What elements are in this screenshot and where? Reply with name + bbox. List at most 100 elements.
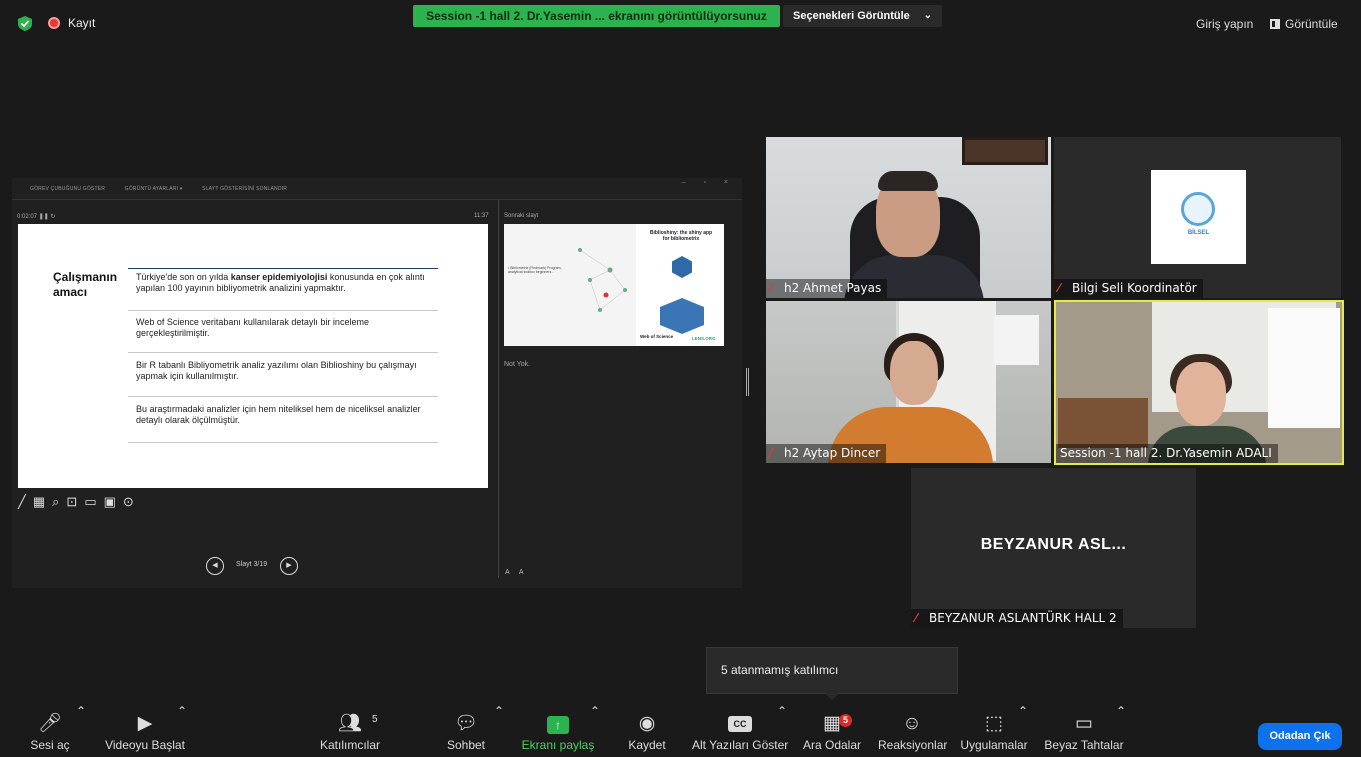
previous-slide-button[interactable]: ◀ [206,557,224,575]
screen-share-banner: Session -1 hall 2. Dr.Yasemin ... ekranı… [413,5,780,27]
participant-name-text: Bilgi Seli Koordinatör [1072,281,1197,295]
next-slide-text: • Bibliometrix (Findmark) Program, analy… [508,266,562,275]
grid-view-icon[interactable]: ▦ [33,494,52,509]
reactions-button[interactable]: ☺︎ Reaksiyonlar [878,704,948,757]
whiteboards-label: Beyaz Tahtalar [1044,738,1124,752]
next-slide-thumbnail[interactable]: • Bibliometrix (Findmark) Program, analy… [504,224,724,346]
subtitles-icon[interactable]: ▭ [84,494,103,509]
slide-item-2: Web of Science veritabanı kullanılarak d… [136,317,369,338]
font-size-buttons[interactable]: A A [505,569,528,576]
end-slideshow-button[interactable]: SLAYT GÖSTERİSİNİ SONLANDIR [202,186,287,192]
participants-count: 5 [372,714,378,725]
mic-off-icon: ⁄ [915,611,918,625]
recording-label[interactable]: Kayıt [68,16,95,30]
web-of-science-label: Web of Science [640,334,674,339]
show-captions-button[interactable]: CC Alt Yazıları Göster [692,704,788,757]
person-head [890,341,938,405]
breakout-badge: 5 [839,714,852,727]
record-circle-icon: ◉ [638,713,656,734]
slide-item-1-pre: Türkiye'de son on yılda [136,272,231,282]
lens-label: LENS.ORG [692,336,716,341]
breakout-icon: ▦ [823,713,841,734]
unmute-button[interactable]: 🎤︎ Sesi aç [28,704,72,757]
view-options-button[interactable]: Seçenekleri Görüntüle ⌄ [783,5,942,27]
share-screen-label: Ekranı paylaş [521,738,595,752]
participants-icon: 👥︎ [337,713,363,734]
pen-icon[interactable]: ╱ [18,494,33,509]
camera-icon[interactable]: ▣ [104,494,123,509]
next-slide-header: Biblioshiny: the shiny app for bibliomet… [649,230,713,242]
view-button[interactable]: Görüntüle [1270,17,1338,31]
bilsel-logo-emblem [1181,192,1215,226]
participant-video-bilgiseli[interactable]: BİLSEL ⁄ Bilgi Seli Koordinatör [1054,137,1341,298]
chat-label: Sohbet [446,738,486,752]
unmute-label: Sesi aç [30,738,70,752]
whiteboards-button[interactable]: ▭ Beyaz Tahtalar [1044,704,1124,757]
participant-name: ⁄ h2 Ahmet Payas [766,279,888,298]
show-captions-label: Alt Yazıları Göster [692,738,789,752]
unassigned-participants-tooltip: 5 atanmamış katılımcı [706,647,958,700]
participant-name-text: h2 Ahmet Payas [784,281,882,295]
participant-name-text: h2 Aytap Dincer [784,446,881,460]
participant-name: Session -1 hall 2. Dr.Yasemin ADALI [1056,444,1278,463]
presentation-icon[interactable]: ⊡ [66,494,84,509]
share-icon: ↑ [520,710,596,738]
shield-icon[interactable] [18,16,32,31]
participants-button[interactable]: 👥︎ Katılımcılar 5 [310,704,390,757]
whiteboard-options-chevron[interactable]: ⌃ [1116,704,1126,757]
wall-frame [962,137,1048,165]
whiteboard-icon: ▭ [1075,713,1093,734]
share-options-chevron[interactable]: ⌃ [590,704,600,757]
audio-options-chevron[interactable]: ⌃ [76,704,86,757]
participant-video-yasemin-active-speaker[interactable]: Session -1 hall 2. Dr.Yasemin ADALI [1054,300,1344,465]
record-icon [48,17,60,29]
timer-value: 0:02:07 [17,214,38,220]
zoom-icon[interactable]: ⌕ [52,494,66,509]
presenter-tools: ╱▦⌕⊡▭▣⊙ [18,494,141,510]
meeting-toolbar: 🎤︎ Sesi aç ⌃ ▶︎ Videoyu Başlat ⌃ 👥︎ Katı… [0,704,1361,757]
leave-room-button[interactable]: Odadan Çık [1258,723,1342,750]
reactions-icon: ☺︎ [902,713,922,734]
window-controls[interactable]: – ▫ × [682,179,736,186]
mic-off-icon: ⁄ [770,281,773,295]
slide-item-1-bold: kanser epidemiyolojisi [230,272,328,282]
slide-rule [128,352,438,353]
slide-rule [128,310,438,311]
clock: 11:37 [474,213,489,219]
next-slide-label: Sonraki slayt [504,213,539,219]
display-settings-button[interactable]: GÖRÜNTÜ AYARLARI ▾ [125,186,183,192]
sign-in-button[interactable]: Giriş yapın [1196,17,1253,31]
reactions-label: Reaksiyonlar [878,738,948,752]
participant-name: ⁄ Bilgi Seli Koordinatör [1054,279,1203,298]
more-icon[interactable]: ⊙ [123,494,141,509]
slide-title-line2: amacı [53,285,88,299]
record-button[interactable]: ◉ Kaydet [624,704,670,757]
slide-item-3: Bir R tabanlı Bibliyometrik analiz yazıl… [136,360,417,381]
bilsel-logo: BİLSEL [1151,170,1246,264]
participant-video-aytap[interactable]: ⁄ h2 Aytap Dincer [766,301,1051,463]
presenter-toolbar: GÖREV ÇUBUĞUNU GÖSTER GÖRÜNTÜ AYARLARI ▾… [30,186,305,192]
bookshelf [1058,398,1148,448]
participant-video-ahmet[interactable]: ⁄ h2 Ahmet Payas [766,137,1051,298]
mic-off-icon: 🎤︎ [37,713,63,734]
next-slide-button[interactable]: ▶ [280,557,298,575]
whiteboard [1268,308,1340,428]
record-label: Kaydet [628,738,666,752]
show-taskbar-button[interactable]: GÖREV ÇUBUĞUNU GÖSTER [30,186,105,192]
chat-icon: 💬︎ [453,713,479,734]
participant-name: ⁄ BEYZANUR ASLANTÜRK HALL 2 [911,609,1123,628]
apps-options-chevron[interactable]: ⌃ [1018,704,1028,757]
pane-divider [498,200,499,578]
share-screen-button[interactable]: ↑ Ekranı paylaş [520,704,596,757]
breakout-rooms-button[interactable]: ▦ Ara Odalar 5 [801,704,863,757]
chat-button[interactable]: 💬︎ Sohbet [443,704,489,757]
captions-options-chevron[interactable]: ⌃ [777,704,787,757]
speaker-notes: Not Yok. [504,361,531,368]
participant-video-beyzanur[interactable]: BEYZANUR ASL... ⁄ BEYZANUR ASLANTÜRK HALL… [911,468,1196,628]
breakout-rooms-label: Ara Odalar [802,738,862,752]
video-options-chevron[interactable]: ⌃ [177,704,187,757]
slide-counter: Slayt 3/19 [236,561,268,568]
network-diagram [578,248,627,312]
chat-options-chevron[interactable]: ⌃ [494,704,504,757]
split-resize-handle[interactable] [746,368,749,396]
